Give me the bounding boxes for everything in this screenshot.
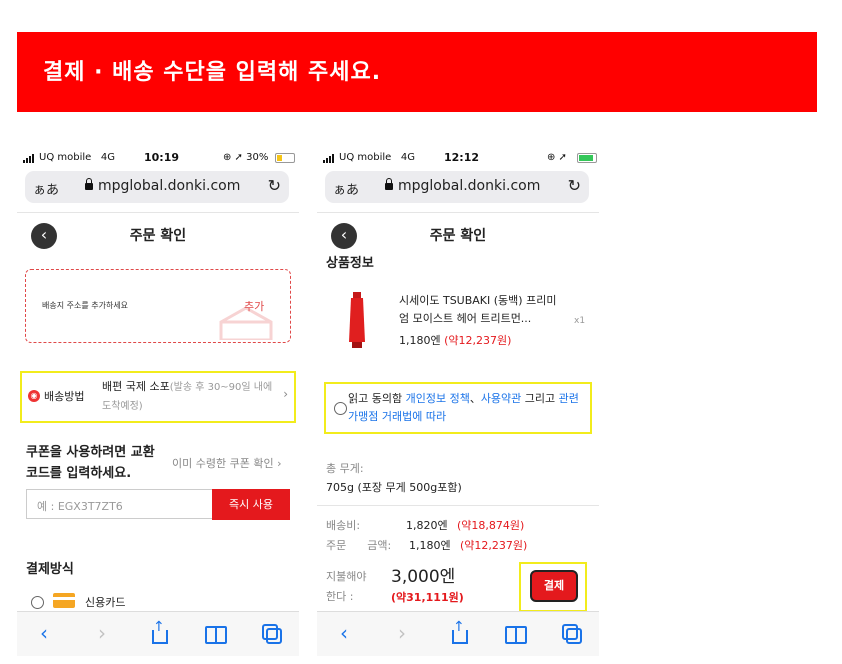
- product-price: 1,180엔: [399, 334, 441, 347]
- tabs-icon[interactable]: [559, 620, 585, 646]
- right-phone-screen: UQ mobile 4G 12:12 ⊕ ➚ ぁあ mpglobal.donki…: [317, 144, 599, 656]
- coupon-title: 쿠폰을 사용하려면 교환 코드를 입력하세요.: [26, 445, 155, 481]
- carrier-name: UQ mobile: [339, 152, 392, 163]
- pay-button-highlight: 결제: [519, 562, 587, 612]
- reload-icon[interactable]: ↻: [268, 176, 281, 195]
- forward-arrow-icon[interactable]: ›: [89, 620, 115, 646]
- shipping-value: 배편 국제 소포: [102, 380, 170, 393]
- battery-percent: 30%: [246, 152, 269, 163]
- url-text: mpglobal.donki.com: [98, 178, 241, 194]
- carrier-name: UQ mobile: [39, 152, 92, 163]
- total-value: 3,000엔: [391, 567, 456, 587]
- status-time: 12:12: [444, 151, 480, 164]
- agree-separator: 、: [469, 392, 481, 405]
- terms-link[interactable]: 사용약관: [481, 392, 521, 405]
- status-bar: UQ mobile 4G 10:19 ⊕ ➚ 30%: [17, 150, 299, 168]
- lock-icon: [85, 178, 93, 190]
- shipping-icon: ◉: [28, 390, 40, 402]
- tabs-icon[interactable]: [259, 620, 285, 646]
- product-image: [349, 292, 365, 348]
- signal-icon: [323, 154, 337, 163]
- terms-agreement-row[interactable]: 읽고 동의함 개인정보 정책、사용약관 그리고 관련 가맹점 거래법에 따라: [324, 382, 592, 434]
- shipping-label: 배송방법: [44, 390, 85, 403]
- instruction-banner: 결제 · 배송 수단을 입력해 주세요.: [17, 32, 817, 112]
- privacy-policy-link[interactable]: 개인정보 정책: [406, 392, 470, 405]
- address-bar[interactable]: ぁあ mpglobal.donki.com ↻: [325, 171, 589, 203]
- total-weight-value: 705g (포장 무게 500g포함): [326, 481, 462, 494]
- page-title: 주문 확인: [429, 228, 487, 244]
- forward-arrow-icon[interactable]: ›: [389, 620, 415, 646]
- coupon-code-input[interactable]: 예 : EGX3T7ZT6: [26, 489, 212, 519]
- page-header: ‹ 주문 확인: [17, 212, 299, 253]
- url-text: mpglobal.donki.com: [398, 178, 541, 194]
- browser-toolbar: ‹ ›: [17, 611, 299, 656]
- battery-icon: [275, 153, 295, 163]
- page-header: ‹ 주문 확인: [317, 212, 599, 253]
- total-krw: (약31,111원): [391, 591, 464, 604]
- status-time: 10:19: [144, 151, 180, 164]
- reload-icon[interactable]: ↻: [568, 176, 581, 195]
- bookmarks-icon[interactable]: [202, 620, 228, 646]
- address-placeholder: 배송지 주소를 추가하세요: [42, 301, 129, 310]
- status-bar: UQ mobile 4G 12:12 ⊕ ➚: [317, 150, 599, 168]
- product-name[interactable]: 시세이도 TSUBAKI (동백) 프리미엄 모이스트 헤어 트리트먼...: [399, 292, 559, 328]
- credit-card-label[interactable]: 신용카드: [85, 594, 125, 610]
- order-amount-value: 1,180엔: [409, 539, 451, 552]
- shipping-fee-label: 배송비:: [326, 519, 361, 532]
- browser-toolbar: ‹ ›: [317, 611, 599, 656]
- back-arrow-icon[interactable]: ‹: [31, 620, 57, 646]
- address-bar[interactable]: ぁあ mpglobal.donki.com ↻: [25, 171, 289, 203]
- shipping-fee-krw: (약18,874원): [457, 519, 525, 532]
- product-info-title: 상품정보: [326, 256, 374, 271]
- order-amount-krw: (약12,237원): [460, 539, 528, 552]
- text-size-button[interactable]: ぁあ: [333, 179, 359, 198]
- agree-text: 읽고 동의함: [348, 392, 406, 405]
- product-price-krw: (약12,237원): [444, 334, 512, 347]
- location-icon: ⊕ ➚: [223, 152, 243, 163]
- total-label: 지불해야 한다 :: [326, 570, 367, 603]
- lock-icon: [385, 178, 393, 190]
- signal-icon: [23, 154, 37, 163]
- network-type: 4G: [400, 152, 415, 163]
- payment-method-title: 결제방식: [26, 562, 74, 577]
- left-phone-screen: UQ mobile 4G 10:19 ⊕ ➚ 30% ぁあ mpglobal.d…: [17, 144, 299, 656]
- apply-coupon-button[interactable]: 즉시 사용: [212, 489, 290, 520]
- network-type: 4G: [100, 152, 115, 163]
- agree-checkbox[interactable]: [334, 402, 347, 415]
- shipping-fee-value: 1,820엔: [406, 519, 448, 532]
- add-address-button[interactable]: 추가: [244, 298, 264, 314]
- share-icon[interactable]: [445, 614, 471, 646]
- pay-button[interactable]: 결제: [530, 570, 578, 602]
- shipping-method-row[interactable]: ◉ 배송방법 배편 국제 소포(발송 후 30~90일 내에 도착예정) ›: [20, 371, 296, 423]
- battery-icon: [577, 153, 597, 163]
- order-amount-label: 주문 금액:: [326, 539, 392, 552]
- banner-title: 결제 · 배송 수단을 입력해 주세요.: [43, 60, 382, 85]
- back-arrow-icon[interactable]: ‹: [331, 620, 357, 646]
- divider: [317, 505, 599, 506]
- product-quantity: x1: [574, 316, 586, 326]
- view-coupons-link[interactable]: 이미 수령한 쿠폰 확인 ›: [172, 455, 281, 471]
- agree-conjunction: 그리고: [521, 392, 559, 405]
- add-address-box[interactable]: 배송지 주소를 추가하세요 추가: [25, 269, 291, 343]
- chevron-right-icon: ›: [283, 387, 288, 401]
- total-weight-label: 총 무게:: [326, 462, 364, 475]
- credit-card-radio[interactable]: [31, 596, 44, 609]
- text-size-button[interactable]: ぁあ: [33, 179, 59, 198]
- share-icon[interactable]: [145, 614, 171, 646]
- credit-card-icon: [53, 593, 75, 608]
- bookmarks-icon[interactable]: [502, 620, 528, 646]
- page-title: 주문 확인: [129, 228, 187, 244]
- location-icon: ⊕ ➚: [547, 152, 567, 163]
